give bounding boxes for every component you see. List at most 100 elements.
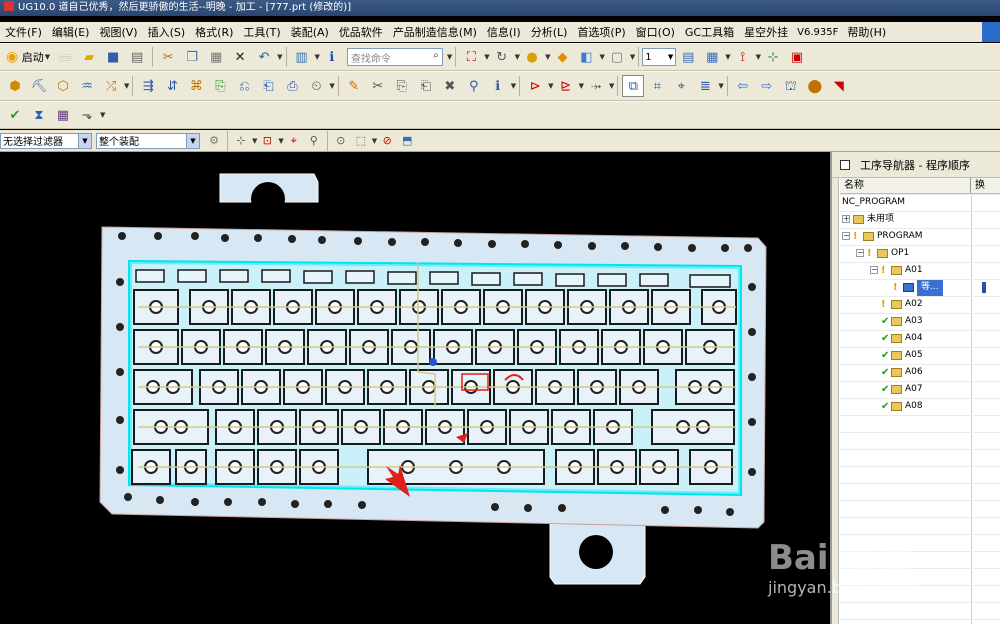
display-object-icon[interactable]: ⚲ <box>463 75 485 97</box>
tree-node-a02[interactable]: ! A02 <box>840 296 1000 313</box>
chevron-down-icon[interactable]: ▼ <box>124 82 129 90</box>
selection-scope-dropdown[interactable]: 整个装配 ▼ <box>96 132 200 149</box>
graphics-window[interactable] <box>0 152 830 624</box>
column-name-header[interactable]: 名称 <box>840 178 971 193</box>
chevron-down-icon[interactable]: ▼ <box>545 53 550 61</box>
more-tools-icon[interactable]: ▣ <box>786 46 808 68</box>
chevron-down-icon[interactable]: ▼ <box>511 82 516 90</box>
menu-view[interactable]: 视图(V) <box>94 24 142 40</box>
copy-icon[interactable]: ❐ <box>181 46 203 68</box>
create-tool-icon[interactable]: ⛏ <box>28 75 50 97</box>
path-display-icon[interactable]: ⤞ <box>585 75 607 97</box>
view-section-icon[interactable]: ◧ <box>575 46 597 68</box>
collapse-icon[interactable]: − <box>856 249 864 257</box>
chevron-down-icon[interactable]: ▼ <box>277 53 282 61</box>
tree-node-row5[interactable]: ! 等... <box>840 279 1000 296</box>
open-folder-icon[interactable]: ▰ <box>78 46 100 68</box>
paste-icon[interactable]: ▦ <box>205 46 227 68</box>
copy-object-icon[interactable]: ⎘ <box>391 75 413 97</box>
snap-point-icon[interactable]: ⊹ <box>762 46 784 68</box>
menu-help[interactable]: 帮助(H) <box>842 24 891 40</box>
start-button[interactable]: ◉ 启动 ▼ <box>3 49 53 65</box>
chevron-down-icon[interactable]: ▼ <box>252 137 257 145</box>
chevron-down-icon[interactable]: ▼ <box>725 53 730 61</box>
snap-point-icon[interactable]: ⊹ <box>232 133 250 149</box>
machine-tool-view-icon[interactable]: ⇵ <box>161 75 183 97</box>
collapse-icon[interactable]: − <box>870 266 878 274</box>
lathe-icon[interactable]: ⛫ <box>780 75 802 97</box>
create-method-icon[interactable]: ♒ <box>76 75 98 97</box>
tree-node-program[interactable]: −! PROGRAM <box>840 228 1000 245</box>
method-view-icon[interactable]: ⎘ <box>209 75 231 97</box>
menu-insert[interactable]: 插入(S) <box>143 24 191 40</box>
chevron-down-icon[interactable]: ▼ <box>630 53 635 61</box>
tree-node-a06[interactable]: ✔ A06 <box>840 364 1000 381</box>
feed-rate-icon[interactable]: ⊳ <box>524 75 546 97</box>
verify-toolpath-icon[interactable]: ⎗ <box>257 75 279 97</box>
tree-node-a07[interactable]: ✔ A07 <box>840 381 1000 398</box>
menu-window[interactable]: 窗口(O) <box>631 24 680 40</box>
sequence-view-icon[interactable]: ⧉ <box>622 75 645 97</box>
chevron-down-icon[interactable]: ▼ <box>548 82 553 90</box>
fit-view-icon[interactable]: ⛶ <box>460 46 482 68</box>
geometry-group-icon[interactable]: ⌖ <box>670 75 692 97</box>
arrow-right-icon[interactable]: ⇨ <box>756 75 778 97</box>
postprocess-icon[interactable]: ⎙ <box>281 75 303 97</box>
point-on-face-icon[interactable]: ⊡ <box>258 133 276 149</box>
chevron-down-icon[interactable]: ▼ <box>372 137 377 145</box>
type-filter-dropdown[interactable]: 无选择过滤器 ▼ <box>0 132 92 149</box>
delete-icon[interactable]: ✕ <box>229 46 251 68</box>
menu-format[interactable]: 格式(R) <box>190 24 238 40</box>
info-object-icon[interactable]: ℹ <box>487 75 509 97</box>
part-body-icon[interactable]: ⬒ <box>398 133 416 149</box>
general-selection-icon[interactable]: ⚙ <box>205 133 223 149</box>
check-operation-icon[interactable]: ✔ <box>4 104 26 126</box>
menu-assembly[interactable]: 装配(A) <box>286 24 334 40</box>
shop-doc-icon[interactable]: ⏲ <box>305 75 327 97</box>
orient-view-icon[interactable]: ◆ <box>551 46 573 68</box>
cut-object-icon[interactable]: ✂ <box>367 75 389 97</box>
move-to-layer-icon[interactable]: ▦ <box>701 46 723 68</box>
new-file-icon[interactable]: ▭ <box>54 46 76 68</box>
chevron-down-icon[interactable]: ▼ <box>100 111 105 119</box>
arc-center-icon[interactable]: ⌖ <box>285 133 303 149</box>
tree-node-a03[interactable]: ✔ A03 <box>840 313 1000 330</box>
resource-bar-toggle[interactable] <box>982 22 1000 42</box>
background-color-icon[interactable]: ▢ <box>606 46 628 68</box>
menu-xingkong-plugin[interactable]: 星空外挂 <box>739 24 793 40</box>
menu-pmi[interactable]: 产品制造信息(M) <box>388 24 482 40</box>
cut-icon[interactable]: ✂ <box>157 46 179 68</box>
menu-preferences[interactable]: 首选项(P) <box>572 24 630 40</box>
toolpath-list-icon[interactable]: ⧗ <box>28 104 50 126</box>
menu-gc-toolbox[interactable]: GC工具箱 <box>680 24 739 40</box>
gc-tool-icon[interactable]: ◥ <box>828 75 850 97</box>
program-order-view-icon[interactable]: ⇶ <box>137 75 159 97</box>
tree-node-ncprogram[interactable]: NC_PROGRAM <box>840 194 1000 211</box>
paste-object-icon[interactable]: ⎗ <box>415 75 437 97</box>
chevron-down-icon[interactable]: ▼ <box>756 53 761 61</box>
print-icon[interactable]: ▤ <box>126 46 148 68</box>
layer-settings-icon[interactable]: ▥ <box>291 46 313 68</box>
chevron-down-icon[interactable]: ▼ <box>599 53 604 61</box>
work-layer-select[interactable]: 1 ▼ <box>642 48 677 66</box>
tool-list-icon[interactable]: ▦ <box>52 104 74 126</box>
tree-node-op1[interactable]: −! OP1 <box>840 245 1000 262</box>
navigator-pin-icon[interactable] <box>840 159 850 170</box>
collapse-icon[interactable]: − <box>842 232 850 240</box>
tool-group-icon[interactable]: ⌗ <box>646 75 668 97</box>
create-program-icon[interactable]: ⬢ <box>4 75 26 97</box>
menu-information[interactable]: 信息(I) <box>482 24 526 40</box>
tree-node-row1[interactable]: + 未用项 <box>840 211 1000 228</box>
menu-youpin-software[interactable]: 优品软件 <box>334 24 388 40</box>
rectangle-select-icon[interactable]: ⬚ <box>352 133 370 149</box>
command-search-input[interactable]: 查找命令 ⌕ <box>346 48 443 66</box>
expand-icon[interactable]: + <box>842 215 850 223</box>
select-all-icon[interactable]: ⊙ <box>332 133 350 149</box>
tree-node-a04[interactable]: ✔ A04 <box>840 330 1000 347</box>
object-info-icon[interactable]: ℹ <box>321 46 343 68</box>
menu-analysis[interactable]: 分析(L) <box>526 24 573 40</box>
chevron-down-icon[interactable]: ▼ <box>609 82 614 90</box>
generate-toolpath-icon[interactable]: ⎌ <box>233 75 255 97</box>
chevron-down-icon[interactable]: ▼ <box>329 82 334 90</box>
menu-tools[interactable]: 工具(T) <box>238 24 285 40</box>
